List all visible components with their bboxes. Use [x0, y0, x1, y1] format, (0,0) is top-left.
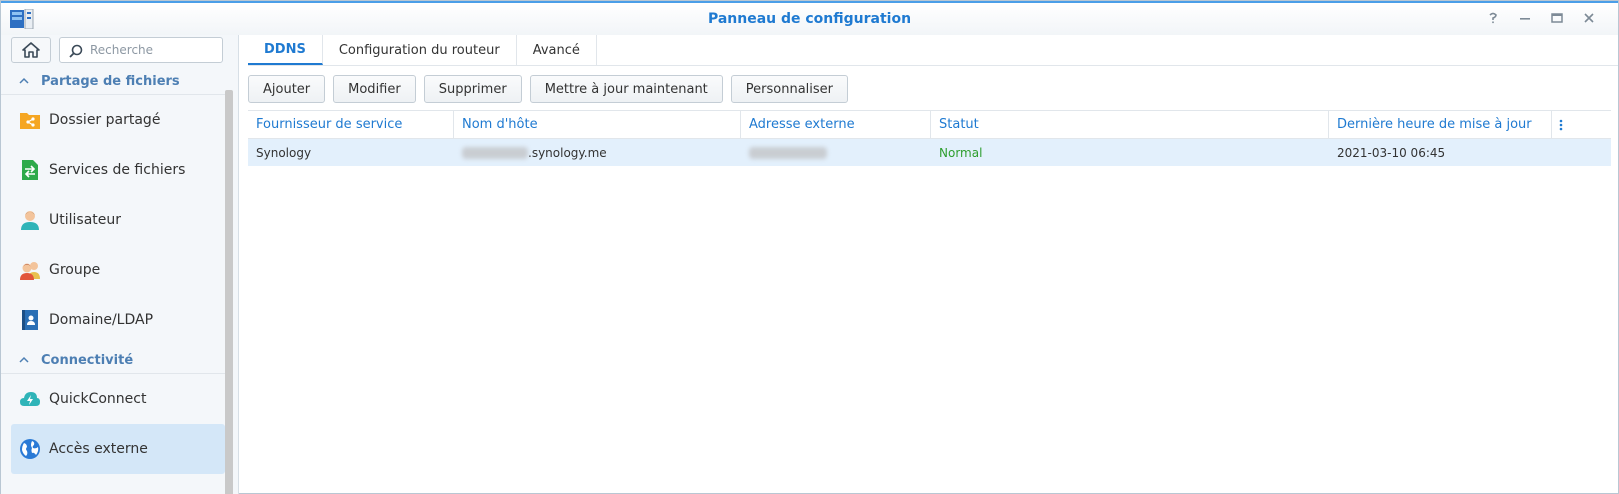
chevron-up-icon — [19, 356, 29, 363]
home-button[interactable] — [11, 37, 51, 63]
column-header-last-update[interactable]: Dernière heure de mise à jour — [1329, 111, 1552, 138]
sidebar: Partage de fichiers Dossier partagé Serv… — [1, 35, 239, 494]
sidebar-item-label: QuickConnect — [49, 391, 147, 407]
close-icon[interactable] — [1580, 9, 1598, 27]
sidebar-item-group[interactable]: Groupe — [11, 245, 225, 295]
column-menu-icon[interactable] — [1552, 111, 1570, 138]
delete-button[interactable]: Supprimer — [423, 75, 522, 103]
sidebar-item-label: Utilisateur — [49, 212, 122, 228]
sidebar-item-file-services[interactable]: Services de fichiers — [11, 145, 225, 195]
tab-bar: DDNS Configuration du routeur Avancé — [248, 35, 1618, 66]
quickconnect-icon — [19, 388, 41, 410]
redacted-hostname — [462, 146, 528, 159]
search-box[interactable] — [59, 37, 223, 63]
sidebar-scrollbar[interactable] — [225, 90, 233, 494]
tab-router-configuration[interactable]: Configuration du routeur — [323, 35, 517, 65]
column-header-external-address[interactable]: Adresse externe — [741, 111, 931, 138]
sidebar-item-label: Domaine/LDAP — [49, 312, 154, 328]
sidebar-item-shared-folder[interactable]: Dossier partagé — [11, 95, 225, 145]
cell-external-address — [741, 139, 931, 166]
cell-last-update: 2021-03-10 06:45 — [1337, 145, 1446, 160]
sidebar-item-label: Dossier partagé — [49, 112, 161, 128]
section-label: Connectivité — [41, 352, 134, 368]
minimize-icon[interactable] — [1516, 9, 1534, 27]
file-services-icon — [19, 159, 41, 181]
sidebar-item-quickconnect[interactable]: QuickConnect — [11, 374, 225, 424]
cell-hostname: .synology.me — [454, 139, 741, 166]
add-button[interactable]: Ajouter — [248, 75, 326, 103]
update-now-button[interactable]: Mettre à jour maintenant — [529, 75, 723, 103]
section-file-sharing[interactable]: Partage de fichiers — [1, 68, 225, 95]
shared-folder-icon — [19, 109, 41, 131]
hostname-suffix: .synology.me — [528, 145, 607, 160]
title-bar: Panneau de configuration — [1, 1, 1618, 35]
sidebar-item-label: Groupe — [49, 262, 101, 278]
help-icon[interactable] — [1484, 9, 1502, 27]
search-input[interactable] — [90, 41, 218, 59]
tab-ddns[interactable]: DDNS — [248, 35, 323, 65]
tab-advanced[interactable]: Avancé — [517, 35, 597, 65]
section-connectivity[interactable]: Connectivité — [1, 347, 225, 374]
home-icon — [22, 42, 40, 58]
table-header: Fournisseur de service Nom d'hôte Adress… — [248, 111, 1611, 139]
column-header-provider[interactable]: Fournisseur de service — [248, 111, 454, 138]
column-header-status[interactable]: Statut — [931, 111, 1329, 138]
ddns-table: Fournisseur de service Nom d'hôte Adress… — [248, 110, 1611, 166]
edit-button[interactable]: Modifier — [333, 75, 416, 103]
cell-provider: Synology — [256, 145, 312, 160]
sidebar-item-label: Accès externe — [49, 441, 148, 457]
column-header-hostname[interactable]: Nom d'hôte — [454, 111, 741, 138]
search-icon — [69, 44, 83, 58]
sidebar-item-domain-ldap[interactable]: Domaine/LDAP — [11, 295, 225, 345]
domain-icon — [19, 309, 41, 331]
maximize-icon[interactable] — [1548, 9, 1566, 27]
control-panel-window: Panneau de configuration Recherche Parta… — [0, 0, 1619, 494]
toolbar: Ajouter Modifier Supprimer Mettre à jour… — [248, 75, 849, 103]
redacted-external-address — [749, 146, 827, 159]
sidebar-item-user[interactable]: Utilisateur — [11, 195, 225, 245]
cell-status: Normal — [939, 145, 983, 160]
nav-list: Partage de fichiers Dossier partagé Serv… — [1, 68, 225, 474]
globe-icon — [19, 438, 41, 460]
table-row[interactable]: Synology .synology.me Normal 2021-03-10 … — [248, 139, 1611, 166]
section-label: Partage de fichiers — [41, 73, 180, 89]
window-title: Panneau de configuration — [707, 11, 912, 27]
group-icon — [19, 259, 41, 281]
user-icon — [19, 209, 41, 231]
customize-button[interactable]: Personnaliser — [730, 75, 849, 103]
chevron-up-icon — [19, 77, 29, 84]
sidebar-item-external-access[interactable]: Accès externe — [11, 424, 225, 474]
sidebar-item-label: Services de fichiers — [49, 162, 186, 178]
main-panel: DDNS Configuration du routeur Avancé Ajo… — [240, 35, 1618, 493]
